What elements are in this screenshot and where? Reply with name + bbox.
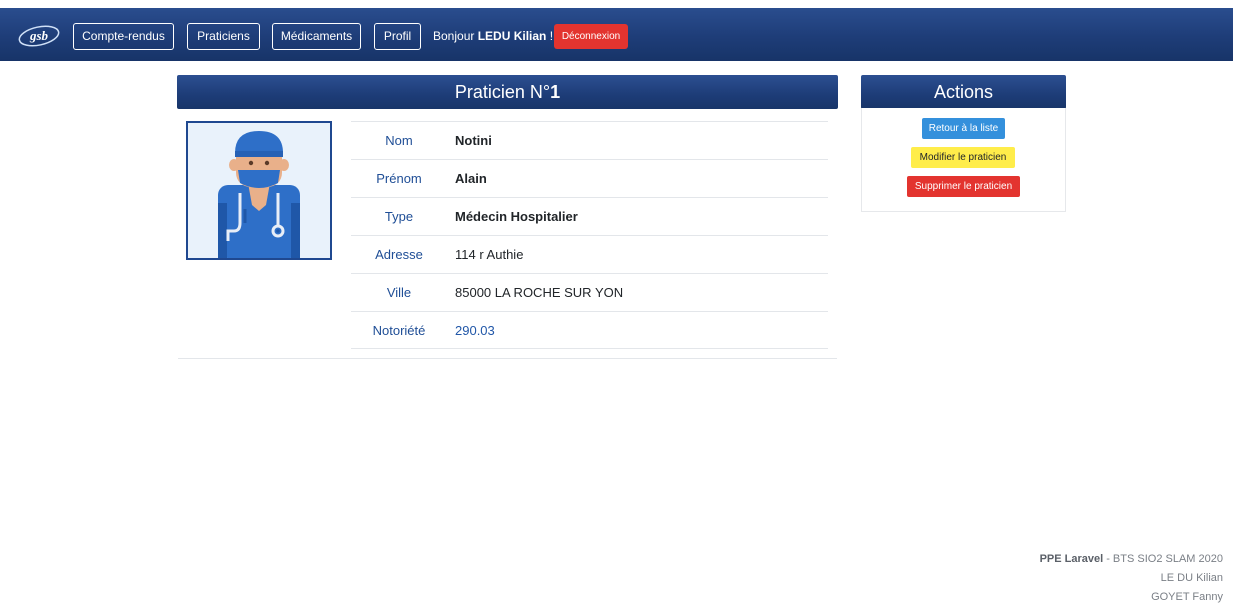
svg-text:gsb: gsb — [29, 28, 49, 43]
praticien-panel-title: Praticien N°1 — [177, 75, 838, 109]
detail-row-nom: Nom Notini — [351, 121, 828, 158]
value-prenom: Alain — [455, 171, 487, 186]
nav-compte-rendus-button[interactable]: Compte-rendus — [73, 23, 174, 50]
footer-author-1: LE DU Kilian — [1160, 572, 1223, 584]
value-notoriete: 290.03 — [455, 323, 495, 338]
footer-course: - BTS SIO2 SLAM 2020 — [1103, 553, 1223, 565]
footer-project-line: PPE Laravel - BTS SIO2 SLAM 2020 — [1040, 553, 1223, 565]
doctor-avatar — [186, 121, 332, 260]
actions-title-text: Actions — [933, 82, 994, 102]
detail-row-prenom: Prénom Alain — [351, 159, 828, 196]
nav-medicaments-button[interactable]: Médicaments — [272, 23, 361, 50]
nav-profil-button[interactable]: Profil — [374, 23, 421, 50]
value-type: Médecin Hospitalier — [455, 209, 578, 224]
greeting-prefix: Bonjour — [433, 29, 475, 43]
actions-panel-title: Actions — [861, 75, 1066, 109]
praticien-title-number: 1 — [550, 82, 561, 102]
table-bottom-border — [351, 348, 828, 349]
panel-divider — [178, 358, 837, 359]
detail-row-notoriete: Notoriété 290.03 — [351, 311, 828, 348]
footer-author-2: GOYET Fanny — [1151, 591, 1223, 603]
user-name: LEDU Kilian — [477, 29, 547, 43]
greeting-suffix: ! — [549, 29, 554, 43]
label-adresse: Adresse — [375, 247, 423, 262]
label-nom: Nom — [385, 133, 413, 148]
label-prenom: Prénom — [376, 171, 422, 186]
doctor-icon — [218, 131, 300, 258]
actions-card: Retour à la liste Modifier le praticien … — [861, 108, 1066, 212]
edit-praticien-button[interactable]: Modifier le praticien — [911, 147, 1015, 168]
label-notoriete: Notoriété — [372, 323, 426, 338]
label-ville: Ville — [386, 285, 412, 300]
top-navbar: gsb Compte-rendus Praticiens Médicaments… — [0, 8, 1233, 61]
logout-button[interactable]: Déconnexion — [554, 24, 628, 49]
back-to-list-button[interactable]: Retour à la liste — [922, 118, 1005, 139]
value-nom: Notini — [455, 133, 492, 148]
greeting: Bonjour LEDU Kilian ! — [433, 28, 553, 44]
detail-row-type: Type Médecin Hospitalier — [351, 197, 828, 234]
gsb-logo[interactable]: gsb — [18, 25, 60, 47]
label-type: Type — [384, 209, 414, 224]
detail-row-ville: Ville 85000 LA ROCHE SUR YON — [351, 273, 828, 310]
nav-praticiens-button[interactable]: Praticiens — [187, 23, 260, 50]
value-adresse: 114 r Authie — [455, 247, 524, 262]
gsb-logo-icon: gsb — [18, 25, 60, 47]
value-ville: 85000 LA ROCHE SUR YON — [455, 285, 624, 300]
footer-project: PPE Laravel — [1039, 553, 1104, 565]
praticien-title-prefix: Praticien N° — [454, 82, 551, 102]
delete-praticien-button[interactable]: Supprimer le praticien — [907, 176, 1020, 197]
detail-row-adresse: Adresse 114 r Authie — [351, 235, 828, 272]
